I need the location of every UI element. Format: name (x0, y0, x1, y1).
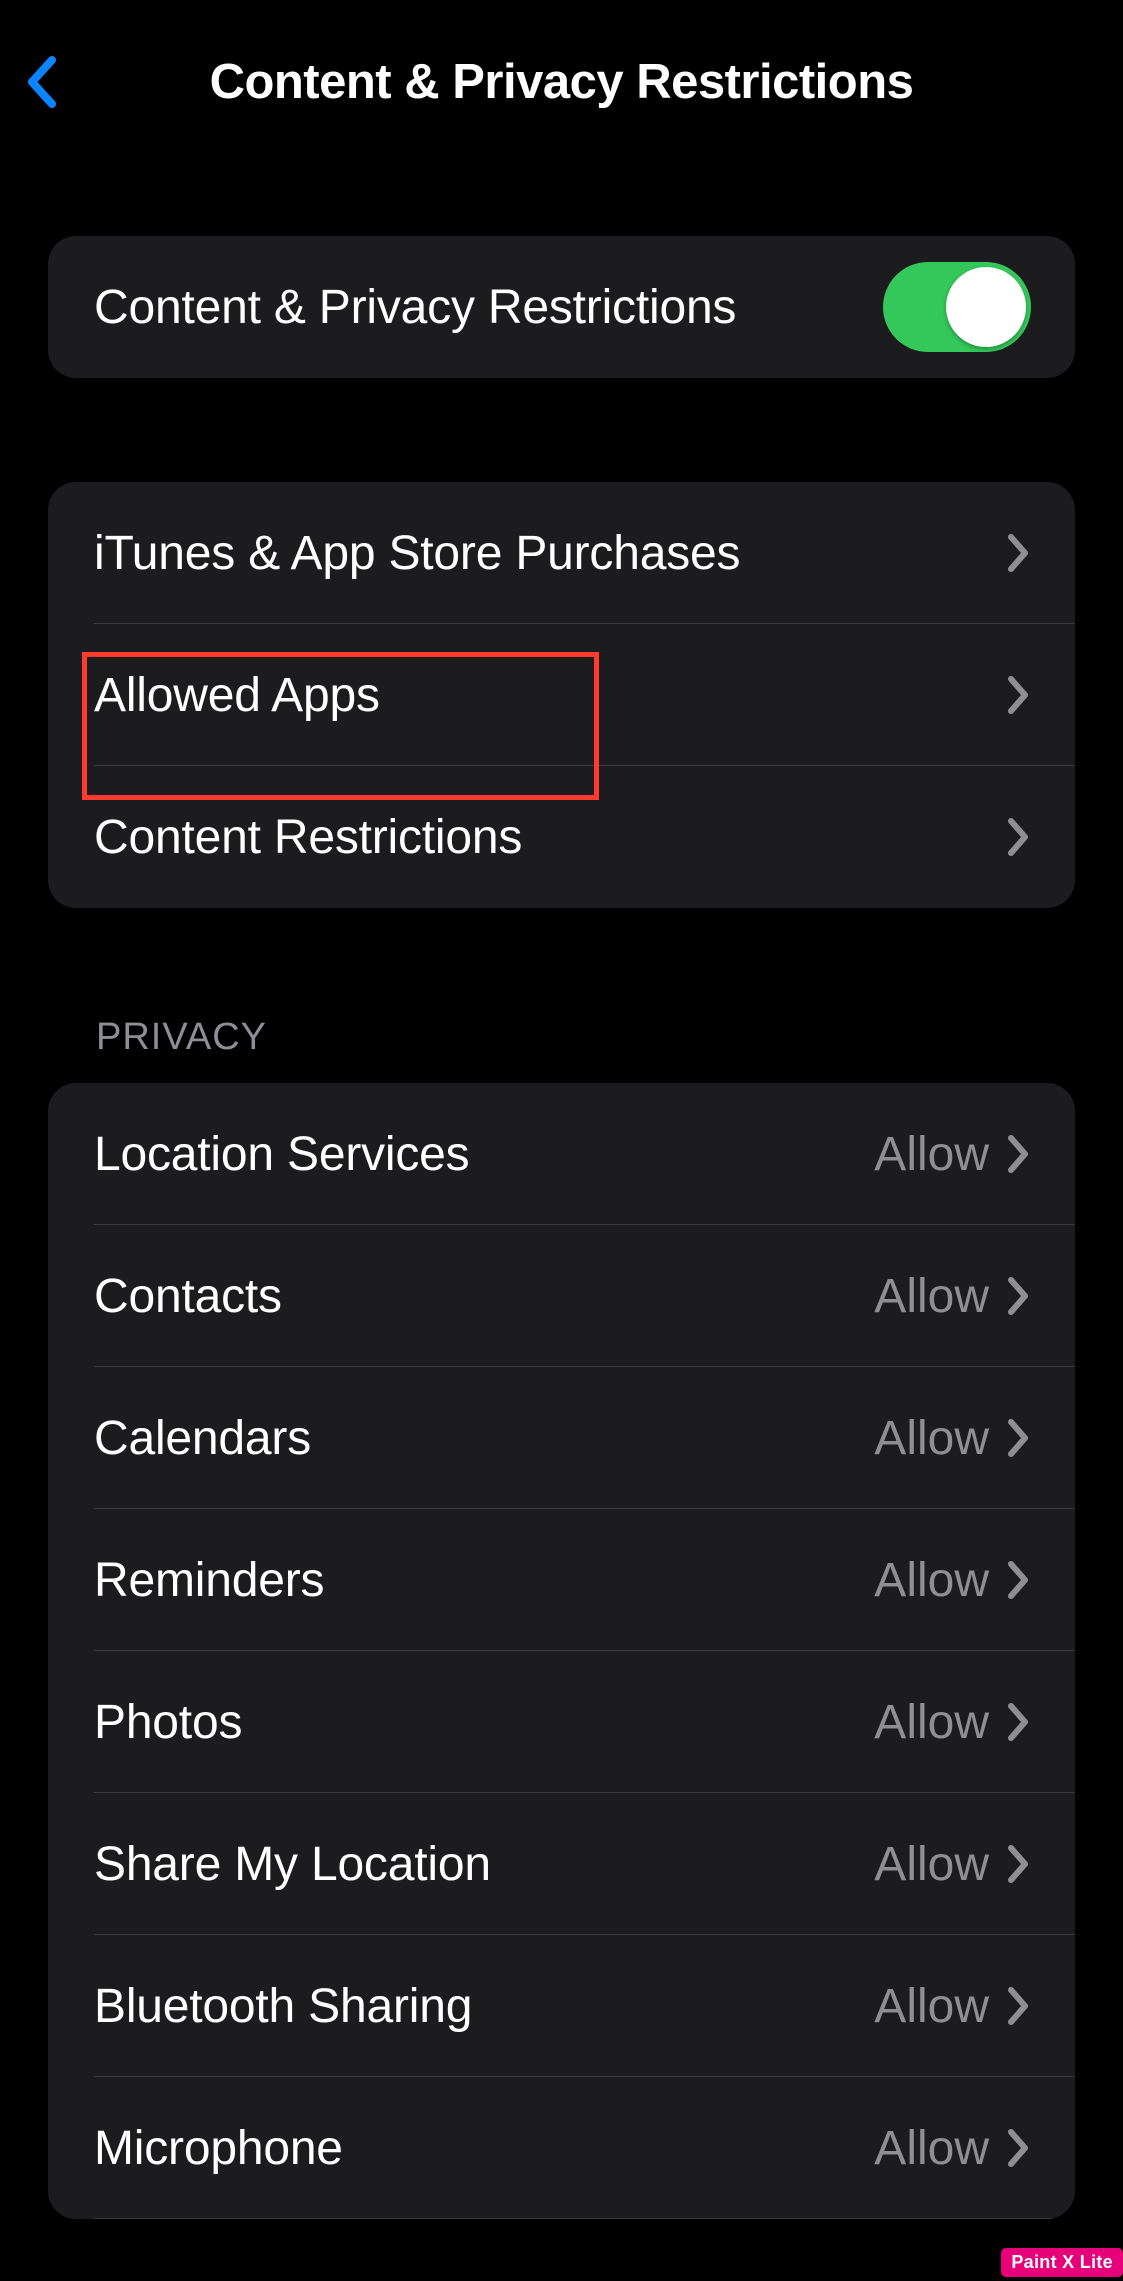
row-label: iTunes & App Store Purchases (94, 526, 740, 581)
nav-bar: Content & Privacy Restrictions (0, 38, 1123, 126)
privacy-section: Location Services Allow Contacts Allow C… (48, 1083, 1075, 2219)
row-value: Allow (874, 1979, 989, 2034)
row-label: Share My Location (94, 1837, 491, 1892)
chevron-right-icon (1007, 1276, 1031, 1316)
chevron-right-icon (1007, 675, 1031, 715)
row-label: Calendars (94, 1411, 311, 1466)
row-label: Bluetooth Sharing (94, 1979, 472, 2034)
content-privacy-toggle-row[interactable]: Content & Privacy Restrictions (48, 236, 1075, 378)
chevron-right-icon (1007, 1134, 1031, 1174)
location-services-row[interactable]: Location Services Allow (48, 1083, 1075, 1225)
content-privacy-toggle[interactable] (883, 262, 1031, 352)
row-value: Allow (874, 1553, 989, 1608)
row-value: Allow (874, 1695, 989, 1750)
contacts-row[interactable]: Contacts Allow (48, 1225, 1075, 1367)
row-label: Allowed Apps (94, 668, 380, 723)
toggle-knob (946, 267, 1026, 347)
row-value: Allow (874, 1411, 989, 1466)
content-restrictions-row[interactable]: Content Restrictions (48, 766, 1075, 908)
allowed-apps-row[interactable]: Allowed Apps (48, 624, 1075, 766)
chevron-right-icon (1007, 1560, 1031, 1600)
row-label: Contacts (94, 1269, 282, 1324)
page-title: Content & Privacy Restrictions (0, 54, 1123, 110)
chevron-right-icon (1007, 817, 1031, 857)
chevron-right-icon (1007, 533, 1031, 573)
chevron-right-icon (1007, 2128, 1031, 2168)
chevron-right-icon (1007, 1986, 1031, 2026)
reminders-row[interactable]: Reminders Allow (48, 1509, 1075, 1651)
chevron-left-icon (24, 56, 60, 108)
main-toggle-section: Content & Privacy Restrictions (48, 236, 1075, 378)
row-label: Content Restrictions (94, 810, 522, 865)
itunes-app-store-row[interactable]: iTunes & App Store Purchases (48, 482, 1075, 624)
row-value: Allow (874, 1837, 989, 1892)
photos-row[interactable]: Photos Allow (48, 1651, 1075, 1793)
calendars-row[interactable]: Calendars Allow (48, 1367, 1075, 1509)
back-button[interactable] (12, 52, 72, 112)
chevron-right-icon (1007, 1418, 1031, 1458)
row-value: Allow (874, 2121, 989, 2176)
row-label: Reminders (94, 1553, 324, 1608)
watermark-badge: Paint X Lite (1001, 2248, 1123, 2277)
row-value: Allow (874, 1127, 989, 1182)
microphone-row[interactable]: Microphone Allow (48, 2077, 1075, 2219)
privacy-section-header: PRIVACY (48, 1016, 1075, 1083)
restrictions-section: iTunes & App Store Purchases Allowed App… (48, 482, 1075, 908)
share-my-location-row[interactable]: Share My Location Allow (48, 1793, 1075, 1935)
chevron-right-icon (1007, 1702, 1031, 1742)
toggle-label: Content & Privacy Restrictions (94, 280, 736, 335)
row-label: Location Services (94, 1127, 469, 1182)
chevron-right-icon (1007, 1844, 1031, 1884)
row-value: Allow (874, 1269, 989, 1324)
row-label: Photos (94, 1695, 242, 1750)
bluetooth-sharing-row[interactable]: Bluetooth Sharing Allow (48, 1935, 1075, 2077)
row-label: Microphone (94, 2121, 343, 2176)
